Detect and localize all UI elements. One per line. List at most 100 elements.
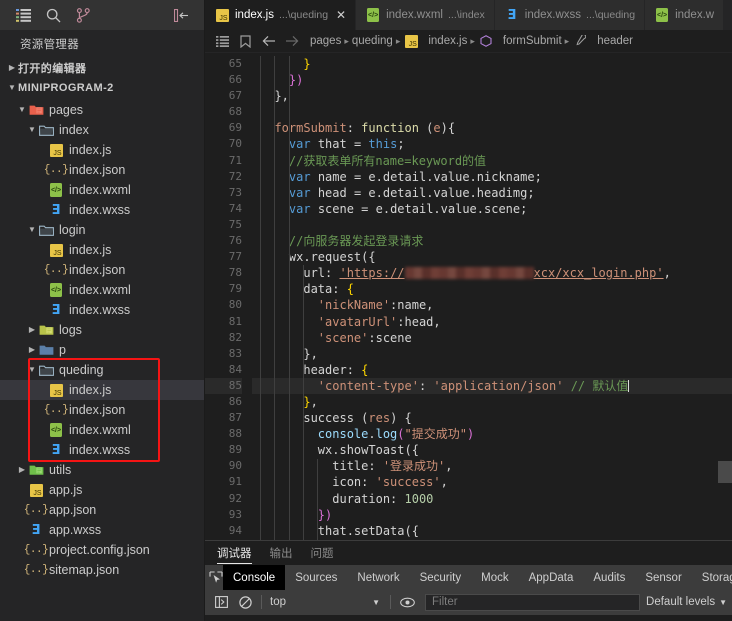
breadcrumb-item-header[interactable]: header [572,33,633,49]
devtools-tab-security[interactable]: Security [410,565,472,590]
tree-item-sitemap-json[interactable]: {..} sitemap.json [0,560,204,580]
code-line[interactable]: title: '登录成功', [252,458,732,474]
inspect-element-icon[interactable] [209,565,223,590]
editor-scrollbar-thumb[interactable] [718,461,732,483]
code-line[interactable]: wx.request({ [252,249,732,265]
code-line[interactable]: }) [252,72,732,88]
tree-item-logs[interactable]: ▶ logs [0,320,204,340]
devtools-tab-console[interactable]: Console [223,565,286,590]
tree-item-index-json[interactable]: {..} index.json [0,400,204,420]
tree-item-app-js[interactable]: JS app.js [0,480,204,500]
breadcrumb-item-queding[interactable]: queding [352,35,393,47]
code-line[interactable]: header: { [252,362,732,378]
devtools-tab-mock[interactable]: Mock [471,565,518,590]
code-line[interactable]: 'content-type': 'application/json' // 默认… [252,377,732,394]
editor-tab-index-wxml-1[interactable]: </> index.wxml ...\index [356,0,495,30]
tree-item-index-json[interactable]: {..} index.json [0,260,204,280]
explorer-icon[interactable] [8,2,38,28]
collapse-sidebar-icon[interactable] [166,2,196,28]
tree-item-index-json[interactable]: {..} index.json [0,160,204,180]
live-expression-icon[interactable] [395,590,419,614]
bottom-panel: 调试器 输出 问题 Console Sources Network Security Moc… [205,540,732,621]
code-line[interactable]: var head = e.detail.value.headimg; [252,185,732,201]
breadcrumb-item-index-js[interactable]: JS index.js [403,33,467,49]
code-content[interactable]: } }) }, formSubmit: function (e){ var th… [252,53,732,540]
code-line[interactable]: var scene = e.detail.value.scene; [252,201,732,217]
code-line[interactable]: var that = this; [252,136,732,152]
devtools-tab-sources[interactable]: Sources [285,565,347,590]
code-line[interactable]: }, [252,346,732,362]
tree-item-index-js[interactable]: JS index.js [0,240,204,260]
code-line[interactable]: icon: 'success', [252,474,732,490]
tree-item-app-json[interactable]: {..} app.json [0,500,204,520]
tree-item-index-js[interactable]: JS index.js [0,380,204,400]
code-line[interactable]: that.setData({ [252,523,732,539]
tree-item-utils[interactable]: ▶ utils [0,460,204,480]
code-line[interactable]: } [252,56,732,72]
clear-console-icon[interactable] [233,590,257,614]
code-line[interactable] [252,104,732,120]
search-icon[interactable] [38,2,68,28]
project-section[interactable]: ▼ MINIPROGRAM-2 [0,78,204,98]
devtools-tab-network[interactable]: Network [347,565,409,590]
code-line[interactable]: }, [252,88,732,104]
tree-item-p[interactable]: ▶ p [0,340,204,360]
code-line[interactable]: wx.showToast({ [252,442,732,458]
code-line[interactable] [252,217,732,233]
console-context-select[interactable]: top ▼ [266,596,386,608]
code-line[interactable]: }, [252,394,732,410]
devtools-tab-sensor[interactable]: Sensor [635,565,691,590]
tree-item-index-wxml[interactable]: </> index.wxml [0,420,204,440]
code-line[interactable]: success (res) { [252,410,732,426]
code-line[interactable]: 'avatarUrl':head, [252,314,732,330]
panel-tab-1[interactable]: 输出 [270,541,293,565]
tree-item-queding[interactable]: ▼ queding [0,360,204,380]
source-control-icon[interactable] [68,2,98,28]
breadcrumb-item-formSubmit[interactable]: formSubmit [478,33,562,49]
devtools-tab-appdata[interactable]: AppData [519,565,584,590]
tree-item-index-wxml[interactable]: </> index.wxml [0,280,204,300]
code-line[interactable]: formSubmit: function (e){ [252,120,732,136]
console-sidebar-toggle-icon[interactable] [209,590,233,614]
tree-item-pages[interactable]: ▼ pages [0,100,204,120]
panel-tab-0[interactable]: 调试器 [217,541,252,565]
navigate-forward-icon[interactable] [281,31,302,51]
tree-item-index-wxss[interactable]: Ǝindex.wxss [0,300,204,320]
editor-tab-index-wxss-2[interactable]: Ǝindex.wxss ...\queding [494,0,646,30]
code-line[interactable]: console.log("提交成功") [252,426,732,442]
panel-tab-2[interactable]: 问题 [311,541,334,565]
tree-item-index-wxml[interactable]: </> index.wxml [0,180,204,200]
console-output-area[interactable] [205,614,732,621]
tree-item-index[interactable]: ▼ index [0,120,204,140]
code-line[interactable]: 'scene':scene [252,330,732,346]
code-line[interactable]: data: { [252,281,732,297]
close-icon[interactable]: ✕ [336,9,346,21]
code-line[interactable]: 'nickName':name, [252,297,732,313]
breadcrumb-item-pages[interactable]: pages [310,35,341,47]
editor-vertical-scrollbar[interactable] [718,53,732,540]
editor-tab-index-js-0[interactable]: JS index.js ...\queding ✕ [205,0,357,30]
code-line[interactable]: //获取表单所有name=keyword的值 [252,153,732,169]
navigate-back-icon[interactable] [258,31,279,51]
code-line[interactable]: duration: 1000 [252,491,732,507]
tree-item-index-wxss[interactable]: Ǝindex.wxss [0,440,204,460]
tree-item-login[interactable]: ▼ login [0,220,204,240]
console-levels-select[interactable]: Default levels ▼ [646,596,732,608]
bookmark-icon[interactable] [235,31,256,51]
tree-item-app-wxss[interactable]: Ǝapp.wxss [0,520,204,540]
devtools-tab-audits[interactable]: Audits [583,565,635,590]
tree-item-project-config-json[interactable]: {..} project.config.json [0,540,204,560]
line-number: 83 [228,346,242,360]
editor-tab-index-w-3[interactable]: </> index.w [645,0,725,30]
code-editor[interactable]: 65 66 67 68 69 70 71 72 73 74 75 76 77 78 79 80 81 82 83 84… [205,53,732,540]
outline-icon[interactable] [212,31,233,51]
code-line[interactable]: url: 'https:// xcx/xcx_login.php', [252,265,732,281]
console-filter-input[interactable]: Filter [425,593,641,611]
devtools-tab-storage[interactable]: Storage [692,565,732,590]
open-editors-section[interactable]: ▶ 打开的编辑器 [0,58,204,78]
tree-item-index-wxss[interactable]: Ǝindex.wxss [0,200,204,220]
tree-item-index-js[interactable]: JS index.js [0,140,204,160]
code-line[interactable]: var name = e.detail.value.nickname; [252,169,732,185]
code-line[interactable]: //向服务器发起登录请求 [252,233,732,249]
code-line[interactable]: }) [252,507,732,523]
